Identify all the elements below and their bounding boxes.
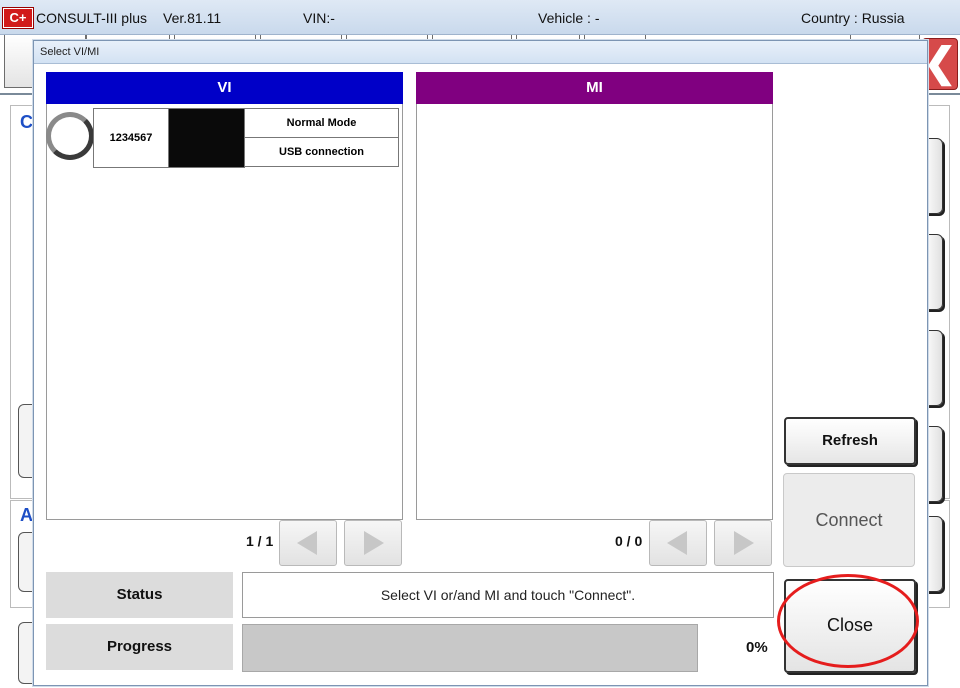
mi-list [416,104,773,520]
consult-logo-icon: C+ [3,8,33,28]
country-display: Country : Russia [801,10,905,26]
close-button[interactable]: Close [784,579,916,673]
vi-connection-label: USB connection [244,137,399,167]
vi-selection-ring-icon [46,112,94,160]
vi-column-header: VI [46,72,403,104]
vi-device-image [168,108,245,168]
progress-bar [242,624,698,672]
vi-prev-page-button[interactable] [279,520,337,566]
mi-column-header: MI [416,72,773,104]
vi-page-indicator: 1 / 1 [246,533,274,549]
dialog-title: Select VI/MI [40,46,100,58]
progress-percent: 0% [746,639,768,656]
vi-serial-number: 1234567 [93,108,169,168]
mi-prev-page-button[interactable] [649,520,707,566]
progress-bar-fill [243,625,697,671]
app-title-bar: C+ CONSULT-III plus Ver.81.11 VIN:- Vehi… [0,0,960,35]
mi-page-indicator: 0 / 0 [615,533,643,549]
vi-mode-label: Normal Mode [244,108,399,138]
vi-next-page-button[interactable] [344,520,402,566]
progress-label: Progress [46,624,233,670]
vi-device-card[interactable]: 1234567 Normal Mode USB connection [46,108,399,168]
connect-button[interactable]: Connect [783,473,915,567]
app-name: CONSULT-III plus [36,10,147,26]
dialog-title-bar: Select VI/MI [34,41,927,64]
select-vi-mi-dialog: Select VI/MI VI 1234567 Normal Mode USB … [33,40,928,686]
arrow-left-icon [667,531,687,555]
vehicle-display: Vehicle : - [538,10,600,26]
mi-next-page-button[interactable] [714,520,772,566]
app-version: Ver.81.11 [163,10,222,26]
arrow-right-icon [734,531,754,555]
arrow-left-icon [297,531,317,555]
status-message: Select VI or/and MI and touch "Connect". [242,572,774,618]
vin-display: VIN:- [303,10,335,26]
background-section-heading-2: A [20,505,33,525]
refresh-button[interactable]: Refresh [784,417,916,465]
background-section-heading: C [20,112,33,132]
status-label: Status [46,572,233,618]
arrow-right-icon [364,531,384,555]
